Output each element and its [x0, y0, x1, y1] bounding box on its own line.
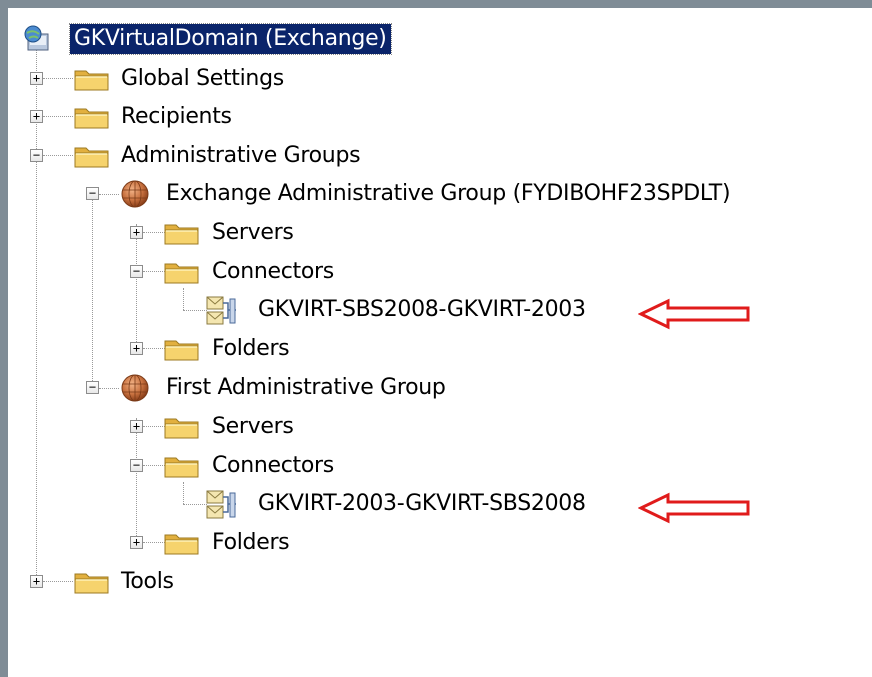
tree-line	[136, 224, 137, 342]
folder-icon	[164, 259, 200, 285]
tree-line	[43, 78, 73, 79]
node-label[interactable]: Administrative Groups	[121, 141, 361, 171]
node-label[interactable]: GKVIRT-SBS2008-GKVIRT-2003	[258, 295, 586, 325]
console-tree[interactable]: GKVirtualDomain (Exchange) + Global Sett…	[8, 8, 872, 677]
expand-toggle[interactable]: +	[130, 342, 143, 355]
tree-line	[99, 194, 119, 195]
root-node-label[interactable]: GKVirtualDomain (Exchange)	[69, 23, 392, 55]
tree-line	[143, 232, 165, 233]
tree-line	[136, 418, 137, 536]
node-label[interactable]: Connectors	[212, 451, 334, 481]
node-label[interactable]: Connectors	[212, 257, 334, 287]
tree-line	[43, 155, 73, 156]
node-label[interactable]: Global Settings	[121, 64, 284, 94]
expand-toggle[interactable]: +	[30, 72, 43, 85]
tree-line	[183, 288, 184, 310]
node-label[interactable]: First Administrative Group	[166, 373, 446, 403]
folder-icon	[74, 143, 110, 169]
expand-toggle[interactable]: +	[130, 420, 143, 433]
expand-toggle[interactable]: +	[130, 226, 143, 239]
admin-group-icon	[120, 373, 150, 403]
routing-group-connector-icon	[204, 295, 238, 327]
tree-line	[143, 426, 165, 427]
folder-icon	[74, 104, 110, 130]
tree-line	[43, 116, 73, 117]
folder-icon	[164, 414, 200, 440]
red-arrow-annotation	[638, 492, 752, 524]
collapse-toggle[interactable]: −	[86, 381, 99, 394]
collapse-toggle[interactable]: −	[30, 149, 43, 162]
folder-icon	[164, 453, 200, 479]
expand-toggle[interactable]: +	[30, 110, 43, 123]
exchange-org-icon	[24, 25, 49, 51]
node-label[interactable]: Servers	[212, 412, 294, 442]
collapse-toggle[interactable]: −	[130, 459, 143, 472]
tree-line	[99, 388, 119, 389]
node-label[interactable]: Exchange Administrative Group (FYDIBOHF2…	[166, 179, 731, 209]
admin-group-icon	[120, 179, 150, 209]
collapse-toggle[interactable]: −	[130, 265, 143, 278]
tree-line	[43, 581, 73, 582]
folder-icon	[164, 336, 200, 362]
expand-toggle[interactable]: +	[130, 536, 143, 549]
folder-icon	[164, 530, 200, 556]
node-label[interactable]: Folders	[212, 528, 290, 558]
collapse-toggle[interactable]: −	[86, 187, 99, 200]
node-label[interactable]: Tools	[121, 567, 174, 597]
node-label[interactable]: Folders	[212, 334, 290, 364]
folder-icon	[74, 569, 110, 595]
node-label[interactable]: GKVIRT-2003-GKVIRT-SBS2008	[258, 489, 586, 519]
tree-line	[92, 188, 93, 381]
red-arrow-annotation	[638, 298, 752, 330]
tree-line	[143, 465, 165, 466]
folder-icon	[74, 66, 110, 92]
tree-line	[183, 482, 184, 504]
routing-group-connector-icon	[204, 489, 238, 521]
folder-icon	[164, 220, 200, 246]
node-label[interactable]: Recipients	[121, 102, 232, 132]
tree-line	[143, 348, 165, 349]
node-label[interactable]: Servers	[212, 218, 294, 248]
expand-toggle[interactable]: +	[30, 575, 43, 588]
tree-line	[143, 271, 165, 272]
tree-line	[143, 542, 165, 543]
